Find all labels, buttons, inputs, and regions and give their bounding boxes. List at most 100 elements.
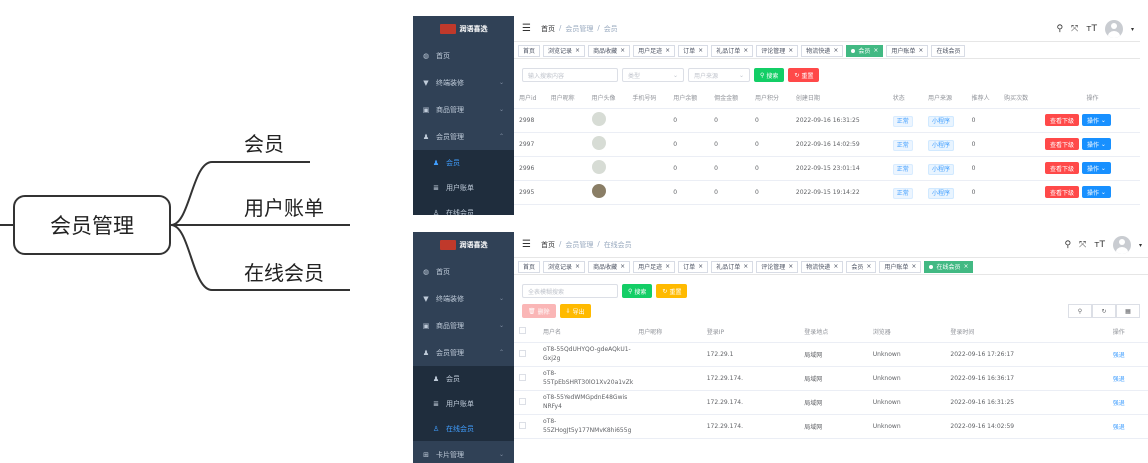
- tag-member[interactable]: 会员 ×: [846, 44, 884, 57]
- hamburger-icon[interactable]: ☰: [522, 23, 531, 34]
- tag-order[interactable]: 订单 ×: [678, 44, 709, 57]
- tag-bill[interactable]: 用户账单 ×: [879, 260, 922, 273]
- tag-favorites[interactable]: 商品收藏 ×: [588, 44, 631, 57]
- tag-browse[interactable]: 浏览记录 ×: [543, 44, 586, 57]
- view-sub-button[interactable]: 查看下级: [1044, 114, 1079, 126]
- columns-icon[interactable]: ▦: [1116, 304, 1140, 318]
- font-size-icon[interactable]: тT: [1094, 240, 1105, 250]
- fullscreen-icon[interactable]: ⤧: [1071, 24, 1078, 34]
- search-button[interactable]: ⚲ 搜索: [622, 284, 653, 298]
- select-all-checkbox[interactable]: [519, 327, 526, 335]
- card-icon: ⊞: [423, 450, 429, 459]
- search-button[interactable]: ⚲ 搜索: [754, 68, 785, 82]
- source-select[interactable]: 用户来源 ⌄: [688, 68, 750, 82]
- reset-button[interactable]: ↻ 重置: [788, 68, 820, 82]
- users-icon: ♟: [422, 132, 430, 141]
- row-checkbox[interactable]: [519, 373, 526, 381]
- table-row: 2995 0 0 0 2022-09-15 19:14:22 正常 小程序 0 查看下级 操作 ⌄: [514, 180, 1140, 205]
- logo-icon: [439, 240, 456, 250]
- tag-online[interactable]: 在线会员: [931, 44, 966, 57]
- tag-footprint[interactable]: 用户足迹 ×: [633, 260, 676, 273]
- list-icon: ≣: [433, 399, 439, 408]
- sidebar: 润语喜选 ◍ 首页 ▼ 终端装修 ⌄ ▣ 商品管理 ⌄ ♟ 会员管理 ⌃ ♟ 会员 ≣ 用户账单 …: [413, 232, 514, 463]
- sidebar-subitem-online[interactable]: ♙ 在线会员: [413, 200, 514, 215]
- tag-comment[interactable]: 评论管理 ×: [756, 260, 799, 273]
- force-logout-link[interactable]: 强退: [1113, 352, 1125, 359]
- tag-home[interactable]: 首页: [518, 260, 541, 273]
- force-logout-link[interactable]: 强退: [1113, 424, 1125, 431]
- force-logout-link[interactable]: 强退: [1113, 376, 1125, 383]
- export-button[interactable]: ⇩ 导出: [559, 304, 591, 318]
- search-input[interactable]: 全表模糊搜索: [522, 284, 618, 298]
- sidebar-item-decor[interactable]: ▼ 终端装修 ⌄: [413, 285, 514, 312]
- tag-home[interactable]: 首页: [518, 44, 541, 57]
- delete-button[interactable]: 🗑 删除: [522, 304, 556, 318]
- navbar: ☰ 首页 / 会员管理 / 在线会员 ⚲ ⤧ тT ▾: [514, 232, 1148, 258]
- search-icon: ⚲: [628, 287, 633, 295]
- force-logout-link[interactable]: 强退: [1113, 400, 1125, 407]
- tag-favorites[interactable]: 商品收藏 ×: [588, 260, 631, 273]
- action-button[interactable]: 操作 ⌄: [1081, 186, 1111, 198]
- view-sub-button[interactable]: 查看下级: [1044, 162, 1079, 174]
- caret-down-icon[interactable]: ▾: [1131, 26, 1134, 33]
- tags-view: 首页 浏览记录 × 商品收藏 × 用户足迹 × 订单 × 礼品订单 × 评论管理 × 物流快…: [514, 43, 1140, 59]
- sidebar-subitem-member[interactable]: ♟ 会员: [413, 366, 514, 391]
- tag-logistics[interactable]: 物流快递 ×: [801, 260, 844, 273]
- action-button[interactable]: 操作 ⌄: [1081, 138, 1111, 150]
- sidebar-item-home[interactable]: ◍ 首页: [413, 42, 514, 69]
- row-checkbox[interactable]: [519, 349, 526, 357]
- avatar[interactable]: [1112, 236, 1131, 254]
- tag-footprint[interactable]: 用户足迹 ×: [633, 44, 676, 57]
- sidebar-subitem-bill[interactable]: ≣ 用户账单: [413, 391, 514, 416]
- tag-bill[interactable]: 用户账单 ×: [886, 44, 929, 57]
- font-size-icon[interactable]: тT: [1086, 24, 1097, 34]
- online-panel: 润语喜选 ◍ 首页 ▼ 终端装修 ⌄ ▣ 商品管理 ⌄ ♟ 会员管理 ⌃ ♟ 会员 ≣ 用户账单 …: [413, 232, 1148, 463]
- search-icon[interactable]: ⚲: [1064, 240, 1071, 250]
- tag-member[interactable]: 会员 ×: [846, 260, 877, 273]
- search-icon[interactable]: ⚲: [1068, 304, 1092, 318]
- list-icon: ≣: [433, 183, 439, 192]
- sidebar-item-home[interactable]: ◍ 首页: [413, 258, 514, 285]
- sidebar-item-goods[interactable]: ▣ 商品管理 ⌄: [413, 312, 514, 339]
- sidebar-subitem-online[interactable]: ♙ 在线会员: [413, 416, 514, 441]
- hamburger-icon[interactable]: ☰: [522, 239, 531, 250]
- tag-comment[interactable]: 评论管理 ×: [756, 44, 799, 57]
- user-icon: ♟: [432, 374, 440, 383]
- action-button[interactable]: 操作 ⌄: [1081, 114, 1111, 126]
- row-checkbox[interactable]: [519, 421, 526, 429]
- refresh-icon[interactable]: ↻: [1092, 304, 1116, 318]
- reset-button[interactable]: ↻ 重置: [656, 284, 688, 298]
- search-input[interactable]: 输入搜索内容: [522, 68, 618, 82]
- avatar: [591, 136, 606, 150]
- tag-online[interactable]: 在线会员 ×: [924, 260, 974, 273]
- source-badge: 小程序: [927, 163, 954, 175]
- view-sub-button[interactable]: 查看下级: [1044, 138, 1079, 150]
- fullscreen-icon[interactable]: ⤧: [1079, 240, 1086, 250]
- type-select[interactable]: 类型 ⌄: [622, 68, 684, 82]
- filter-bar: 全表模糊搜索 ⚲ 搜索 ↻ 重置: [514, 275, 1148, 304]
- trash-icon: 🗑: [528, 307, 536, 315]
- mind-map: 会员管理 会员 用户账单 在线会员: [0, 0, 412, 463]
- view-sub-button[interactable]: 查看下级: [1044, 186, 1079, 198]
- tag-gift-order[interactable]: 礼品订单 ×: [711, 44, 754, 57]
- avatar: [591, 112, 606, 126]
- sidebar-item-members[interactable]: ♟ 会员管理 ⌃: [413, 339, 514, 366]
- avatar[interactable]: [1104, 20, 1123, 38]
- action-button[interactable]: 操作 ⌄: [1081, 162, 1111, 174]
- tag-logistics[interactable]: 物流快递 ×: [801, 44, 844, 57]
- sidebar-item-cards[interactable]: ⊞ 卡片管理 ⌄: [413, 441, 514, 463]
- tag-browse[interactable]: 浏览记录 ×: [543, 260, 586, 273]
- sidebar-item-goods[interactable]: ▣ 商品管理 ⌄: [413, 96, 514, 123]
- sidebar-item-members[interactable]: ♟ 会员管理 ⌃: [413, 123, 514, 150]
- tag-gift-order[interactable]: 礼品订单 ×: [711, 260, 754, 273]
- table-row: oT8-55QdUHYQO-gdeAQkU1-Gxj2g 172.29.1 局域网 U…: [514, 342, 1148, 367]
- status-badge: 正常: [892, 139, 913, 151]
- sidebar-subitem-bill[interactable]: ≣ 用户账单: [413, 175, 514, 200]
- sidebar-item-decor[interactable]: ▼ 终端装修 ⌄: [413, 69, 514, 96]
- caret-down-icon[interactable]: ▾: [1139, 242, 1142, 249]
- row-checkbox[interactable]: [519, 397, 526, 405]
- search-icon[interactable]: ⚲: [1056, 24, 1063, 34]
- sidebar-subitem-member[interactable]: ♟ 会员: [413, 150, 514, 175]
- tag-order[interactable]: 订单 ×: [678, 260, 709, 273]
- shirt-icon: ▼: [423, 294, 429, 303]
